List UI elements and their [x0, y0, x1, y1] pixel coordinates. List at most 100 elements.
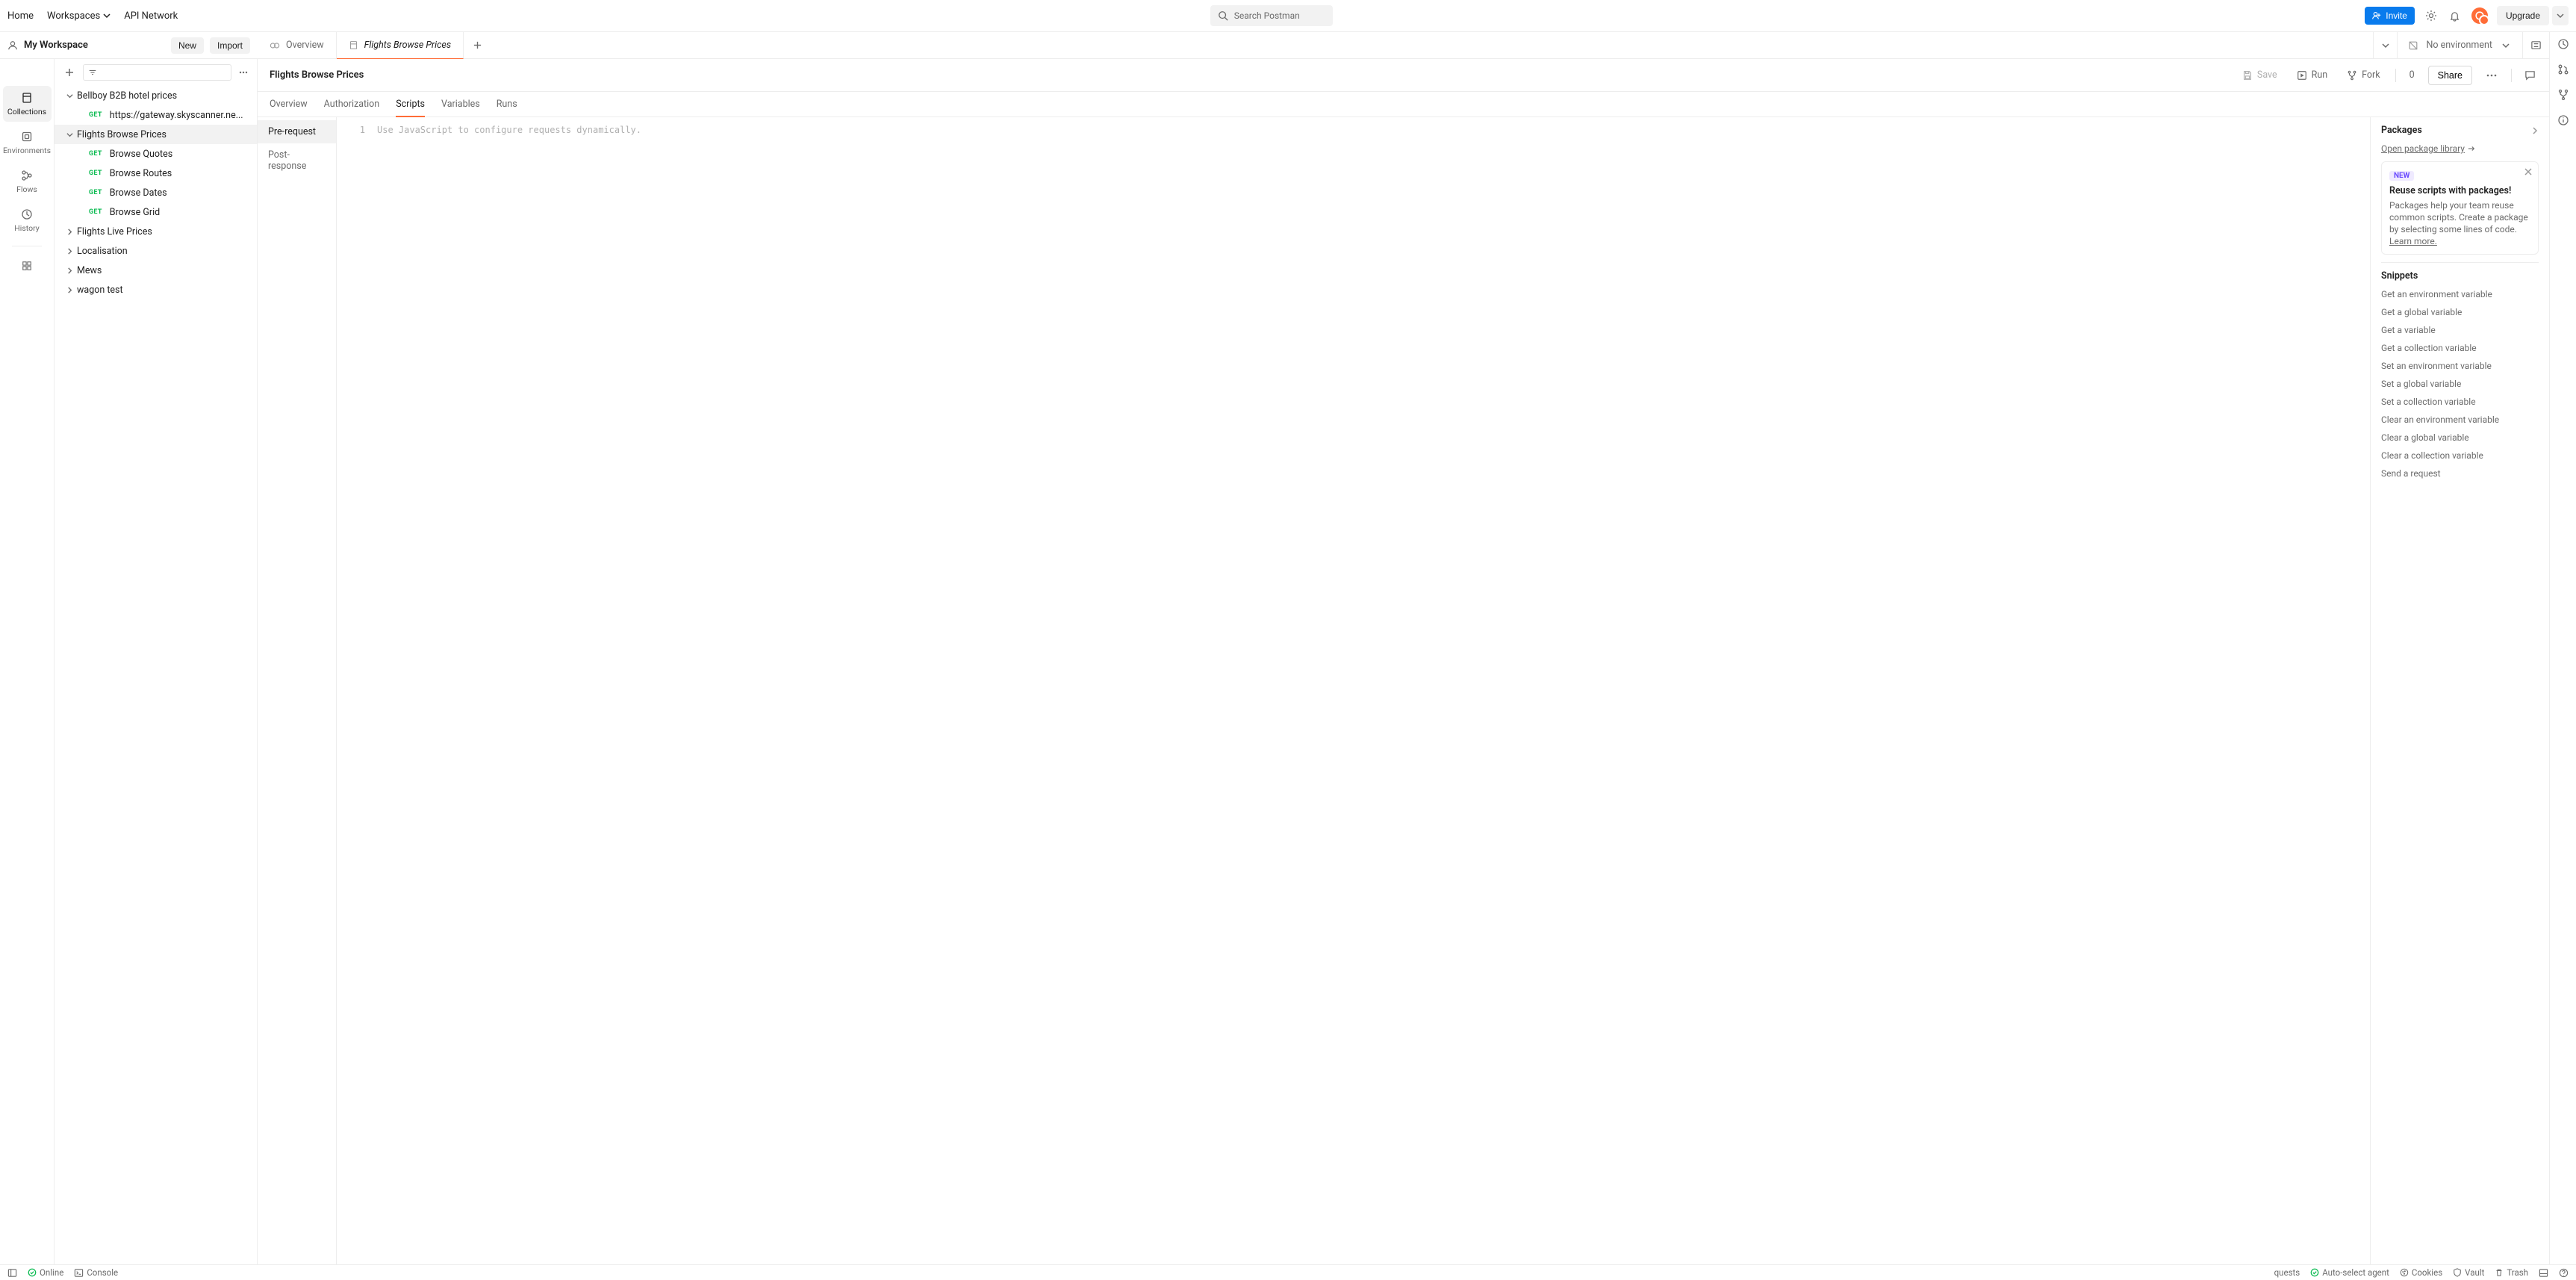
item-more-button[interactable] [2483, 66, 2501, 84]
tree-item-flights-live[interactable]: Flights Live Prices [55, 222, 257, 241]
online-icon [28, 1268, 37, 1277]
packages-collapse-button[interactable] [2531, 127, 2539, 134]
pull-request-icon [2557, 63, 2569, 75]
context-fork-button[interactable] [2557, 89, 2569, 101]
tree-item-flights-browse[interactable]: Flights Browse Prices [55, 125, 257, 144]
status-online[interactable]: Online [28, 1267, 63, 1278]
tree-label: wagon test [77, 285, 123, 296]
search-input[interactable]: Search Postman [1210, 5, 1333, 26]
status-cookies[interactable]: Cookies [2400, 1267, 2442, 1278]
code-placeholder: Use JavaScript to configure requests dyn… [373, 117, 2370, 1264]
tree-item-browse-quotes[interactable]: GET Browse Quotes [55, 144, 257, 164]
tree-item-mews[interactable]: Mews [55, 261, 257, 280]
status-trash[interactable]: Trash [2495, 1267, 2528, 1278]
snippet-item[interactable]: Send a request [2381, 468, 2539, 479]
sidebar-add-button[interactable] [60, 64, 78, 81]
context-history-button[interactable] [2557, 38, 2569, 50]
share-button[interactable]: Share [2428, 66, 2472, 85]
status-vault-label: Vault [2465, 1267, 2484, 1278]
new-button[interactable]: New [171, 37, 204, 54]
status-requests[interactable]: quests [2274, 1267, 2300, 1278]
cookie-icon [2400, 1268, 2409, 1277]
status-help-button[interactable] [2559, 1268, 2569, 1278]
subtab-variables[interactable]: Variables [441, 93, 480, 116]
snippet-item[interactable]: Set an environment variable [2381, 361, 2539, 371]
tab-overview[interactable]: Overview [258, 32, 337, 58]
settings-button[interactable] [2424, 8, 2439, 23]
environment-quicklook-button[interactable] [2522, 32, 2549, 58]
subtab-overview[interactable]: Overview [270, 93, 308, 116]
status-layout-button[interactable] [2539, 1268, 2548, 1278]
rail-flows[interactable]: Flows [3, 164, 52, 199]
snippet-item[interactable]: Set a collection variable [2381, 397, 2539, 407]
status-console-label: Console [87, 1267, 118, 1278]
snippet-item[interactable]: Clear a global variable [2381, 432, 2539, 443]
tree-label: Browse Quotes [110, 149, 172, 160]
tree-label: Browse Grid [110, 207, 160, 218]
chevron-right-icon [66, 267, 73, 274]
fork-button[interactable]: Fork [2342, 66, 2384, 84]
code-editor[interactable]: 1 Use JavaScript to configure requests d… [337, 117, 2370, 1264]
status-auto-agent[interactable]: Auto-select agent [2310, 1267, 2389, 1278]
subtab-authorization[interactable]: Authorization [324, 93, 380, 116]
rail-history[interactable]: History [3, 202, 52, 238]
tree-item-bellboy-req[interactable]: GET https://gateway.skyscanner.ne... [55, 105, 257, 125]
status-vault[interactable]: Vault [2453, 1267, 2484, 1278]
console-icon [74, 1268, 84, 1278]
comments-button[interactable] [2522, 68, 2537, 83]
nav-home[interactable]: Home [7, 10, 34, 22]
fork-icon [2557, 89, 2569, 101]
invite-icon [2372, 11, 2381, 20]
tree-item-localisation[interactable]: Localisation [55, 241, 257, 261]
sidebar-more-button[interactable] [236, 67, 251, 78]
open-package-library-label: Open package library [2381, 143, 2465, 154]
snippet-item[interactable]: Clear an environment variable [2381, 414, 2539, 425]
environment-selector[interactable]: No environment [2397, 32, 2522, 58]
snippet-item[interactable]: Get a collection variable [2381, 343, 2539, 353]
status-panel-toggle[interactable] [7, 1268, 17, 1278]
nav-api-network[interactable]: API Network [124, 10, 178, 22]
run-button[interactable]: Run [2292, 66, 2333, 84]
status-trash-label: Trash [2507, 1267, 2528, 1278]
divider [2511, 69, 2512, 82]
snippet-item[interactable]: Get a variable [2381, 325, 2539, 335]
new-tab-button[interactable] [464, 32, 491, 58]
snippet-item[interactable]: Clear a collection variable [2381, 450, 2539, 461]
packages-learn-more-link[interactable]: Learn more. [2389, 236, 2437, 246]
status-console[interactable]: Console [74, 1267, 118, 1278]
rail-collections[interactable]: Collections [3, 86, 52, 122]
tree-item-browse-grid[interactable]: GET Browse Grid [55, 202, 257, 222]
snippet-item[interactable]: Get an environment variable [2381, 289, 2539, 299]
chevron-right-icon [2531, 127, 2539, 134]
snippet-item[interactable]: Set a global variable [2381, 379, 2539, 389]
snippet-item[interactable]: Get a global variable [2381, 307, 2539, 317]
tabs-menu-button[interactable] [2373, 32, 2397, 58]
subtab-runs[interactable]: Runs [497, 93, 517, 116]
script-nav-pre-request[interactable]: Pre-request [258, 120, 336, 143]
invite-button[interactable]: Invite [2365, 7, 2415, 25]
save-icon [2242, 70, 2253, 81]
context-pull-button[interactable] [2557, 63, 2569, 75]
gear-icon [2425, 10, 2437, 22]
plus-icon [473, 40, 482, 50]
script-nav-post-response[interactable]: Post-response [258, 143, 336, 178]
tree-item-browse-dates[interactable]: GET Browse Dates [55, 183, 257, 202]
nav-workspaces[interactable]: Workspaces [47, 10, 111, 22]
notifications-button[interactable] [2448, 8, 2463, 23]
rail-configure[interactable] [3, 254, 52, 278]
tree-label: Mews [77, 265, 102, 276]
tree-item-bellboy[interactable]: Bellboy B2B hotel prices [55, 86, 257, 105]
tab-flights-browse[interactable]: Flights Browse Prices [337, 32, 464, 59]
tree-item-wagon[interactable]: wagon test [55, 280, 257, 299]
avatar[interactable] [2471, 7, 2488, 24]
upgrade-button[interactable]: Upgrade [2497, 6, 2549, 25]
rail-environments[interactable]: Environments [3, 125, 52, 161]
sidebar-filter-input[interactable] [83, 64, 231, 81]
import-button[interactable]: Import [210, 37, 250, 54]
upgrade-menu-button[interactable] [2552, 6, 2569, 25]
packages-card-close-button[interactable] [2524, 168, 2532, 175]
context-info-button[interactable] [2557, 114, 2569, 126]
subtab-scripts[interactable]: Scripts [396, 93, 425, 117]
open-package-library-link[interactable]: Open package library [2381, 143, 2539, 154]
tree-item-browse-routes[interactable]: GET Browse Routes [55, 164, 257, 183]
